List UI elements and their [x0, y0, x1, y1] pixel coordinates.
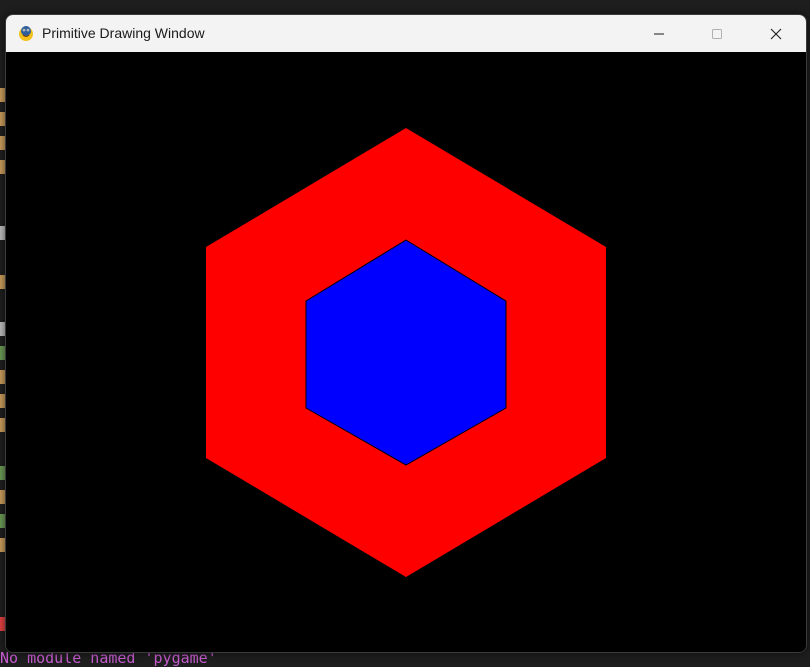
close-button[interactable] [747, 15, 805, 52]
terminal-error-text: No module named 'pygame' [0, 649, 217, 667]
pygame-snake-icon [16, 23, 36, 43]
window-title: Primitive Drawing Window [42, 25, 205, 41]
minimize-button[interactable] [630, 15, 688, 52]
maximize-icon [712, 28, 722, 39]
pygame-window[interactable]: Primitive Drawing Window [5, 14, 807, 653]
maximize-button[interactable] [688, 15, 746, 52]
title-bar[interactable]: Primitive Drawing Window [6, 15, 806, 52]
close-icon [770, 28, 782, 39]
drawing-canvas[interactable] [6, 52, 806, 652]
canvas-drawing [206, 128, 606, 577]
minimize-icon [654, 33, 664, 34]
